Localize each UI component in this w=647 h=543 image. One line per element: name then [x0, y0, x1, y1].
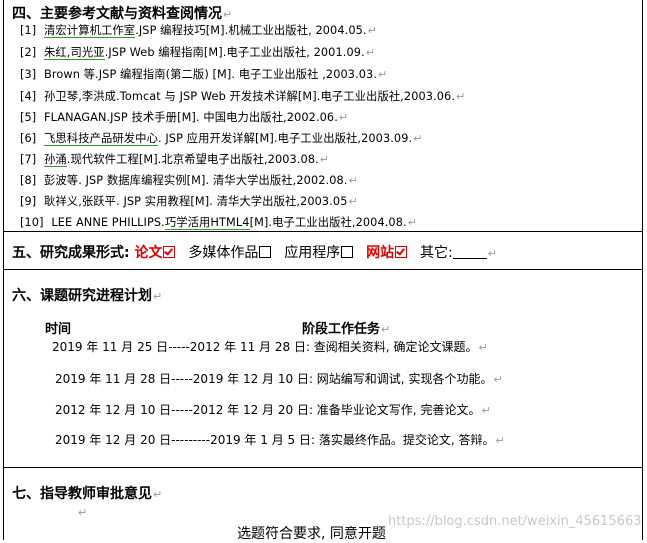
- reference-text: .JSP Web 编程指南[M].电子工业出版社, 2001.09.: [104, 46, 365, 59]
- reference-text: 彭波等. JSP 数据库编程实例[M]. 清华大学出版社,2002.08.: [44, 174, 348, 187]
- reference-author-underlined: 孙涌: [44, 153, 67, 167]
- reference-author-underlined: 飞思科技产品研发中心: [44, 132, 158, 146]
- plan-item: 2019 年 12 月 20 日---------2019 年 1 月 5 日:…: [55, 433, 505, 447]
- column-task-header: 阶段工作任务↵: [302, 322, 391, 337]
- checkbox-icon: [259, 246, 272, 258]
- section6-title: 六、课题研究进程计划↵: [12, 288, 163, 304]
- plan-item: 2019 年 11 月 28 日-----2019 年 12 月 10 日: 网…: [55, 372, 503, 386]
- reference-number: [10]: [20, 216, 44, 229]
- reference-item: [6] 飞思科技产品研发中心. JSP 应用开发详解[M].电子工业出版社,200…: [20, 130, 423, 146]
- reference-number: [5]: [20, 111, 37, 124]
- section-divider: [3, 269, 643, 270]
- other-blank-field[interactable]: [452, 246, 487, 259]
- reference-author-underlined: 清宏计算机工作室: [44, 24, 136, 38]
- reference-text: LEE ANNE PHILLIPS.: [44, 216, 165, 229]
- section-divider: [3, 231, 643, 232]
- reference-item: [10] LEE ANNE PHILLIPS.巧学活用HTML4[M].电子工业…: [20, 214, 417, 230]
- checked-checkbox-icon: [163, 246, 176, 258]
- column-time-header: 时间: [45, 322, 72, 337]
- reference-item: [2] 朱红,司光亚.JSP Web 编程指南[M].电子工业出版社, 2001.…: [20, 44, 375, 60]
- reference-number: [7]: [20, 153, 37, 166]
- reference-number: [2]: [20, 46, 37, 59]
- multimedia-option[interactable]: 多媒体作品: [188, 245, 272, 261]
- section4-title: 四、主要参考文献与资料查阅情况↵: [12, 6, 233, 22]
- reference-author-underlined: 朱红,司光亚: [44, 46, 105, 60]
- section7-title: 七、指导教师审批意见↵: [12, 486, 163, 502]
- section5-results-row: 五、研究成果形式: 论文 多媒体作品 应用程序 网站 其它: ↵: [12, 242, 497, 262]
- reference-number: [8]: [20, 174, 37, 187]
- plan-item: 2012 年 12 月 10 日-----2012 年 12 月 20 日: 准…: [55, 403, 491, 417]
- reference-number: [3]: [20, 68, 37, 81]
- plan-item: 2019 年 11 月 25 日-----2012 年 11 月 28 日: 查…: [52, 340, 488, 354]
- reference-item: [7] 孙涌.现代软件工程[M].北京希望电子出版社,2003.08.↵: [20, 151, 329, 167]
- reference-text: 孙卫琴,李洪成.Tomcat 与 JSP Web 开发技术详解[M].电子工业出…: [44, 90, 456, 103]
- reference-item: [9] 耿祥义,张跃平. JSP 实用教程[M]. 清华大学出版社,2003.05…: [20, 193, 358, 209]
- paragraph-mark: ↵: [378, 68, 388, 81]
- paragraph-mark: ↵: [367, 24, 377, 37]
- reference-item: [4] 孙卫琴,李洪成.Tomcat 与 JSP Web 开发技术详解[M].电子…: [20, 88, 465, 104]
- table-right-border: [642, 0, 643, 540]
- other-option: 其它: ↵: [419, 245, 497, 261]
- reference-text: FLANAGAN.JSP 技术手册[M]. 中国电力出版社,2002.06.: [44, 111, 338, 124]
- paragraph-mark: ↵: [365, 46, 376, 59]
- thesis-option[interactable]: 论文: [134, 245, 176, 261]
- reference-number: [6]: [20, 132, 37, 145]
- reference-text: 耿祥义,张跃平. JSP 实用教程[M]. 清华大学出版社,2003.05: [44, 195, 348, 208]
- app-option[interactable]: 应用程序: [284, 245, 354, 261]
- paragraph-mark: ↵: [338, 111, 349, 124]
- reference-item: [1] 清宏计算机工作室.JSP 编程技巧[M].机械工业出版社, 2004.05…: [20, 22, 377, 38]
- empty-paragraph-mark: ↵: [78, 506, 88, 519]
- reference-number: [9]: [20, 195, 37, 208]
- document-page: 四、主要参考文献与资料查阅情况↵ [1] 清宏计算机工作室.JSP 编程技巧[M]…: [0, 0, 647, 542]
- watermark: https://blog.csdn.net/weixin_45615663: [388, 514, 642, 529]
- paragraph-mark: ↵: [413, 132, 423, 145]
- reference-text: Brown 等.JSP 编程指南(第二版) [M]. 电子工业出版社 ,2003…: [44, 68, 378, 81]
- paragraph-mark: ↵: [348, 195, 358, 208]
- reference-number: [4]: [20, 90, 37, 103]
- paragraph-mark: ↵: [407, 216, 418, 229]
- reference-text: .现代软件工程[M].北京希望电子出版社,2003.08.: [66, 153, 319, 166]
- paragraph-mark: ↵: [456, 90, 466, 103]
- reference-item: [5] FLANAGAN.JSP 技术手册[M]. 中国电力出版社,2002.06…: [20, 109, 348, 125]
- table-left-border: [3, 0, 4, 540]
- website-option[interactable]: 网站: [366, 245, 408, 261]
- advisor-opinion: 选题符合要求, 同意开题: [237, 526, 386, 542]
- checkbox-icon: [341, 246, 354, 258]
- reference-item: [8] 彭波等. JSP 数据库编程实例[M]. 清华大学出版社,2002.08.…: [20, 172, 358, 188]
- reference-text: .JSP 编程技巧[M].机械工业出版社, 2004.05.: [135, 24, 367, 37]
- reference-item: [3] Brown 等.JSP 编程指南(第二版) [M]. 电子工业出版社 ,2…: [20, 66, 387, 82]
- reference-text: [M].电子工业出版社,2004.08.: [249, 216, 407, 229]
- section5-title: 五、研究成果形式:: [12, 245, 130, 261]
- paragraph-mark: ↵: [348, 174, 358, 187]
- checked-checkbox-icon: [395, 246, 408, 258]
- reference-text: . JSP 应用开发详解[M].电子工业出版社,2003.09.: [157, 132, 413, 145]
- section-divider: [3, 467, 643, 468]
- reference-number: [1]: [20, 24, 37, 37]
- reference-author-underlined: 巧学活用HTML4: [164, 216, 250, 230]
- paragraph-mark: ↵: [319, 153, 330, 166]
